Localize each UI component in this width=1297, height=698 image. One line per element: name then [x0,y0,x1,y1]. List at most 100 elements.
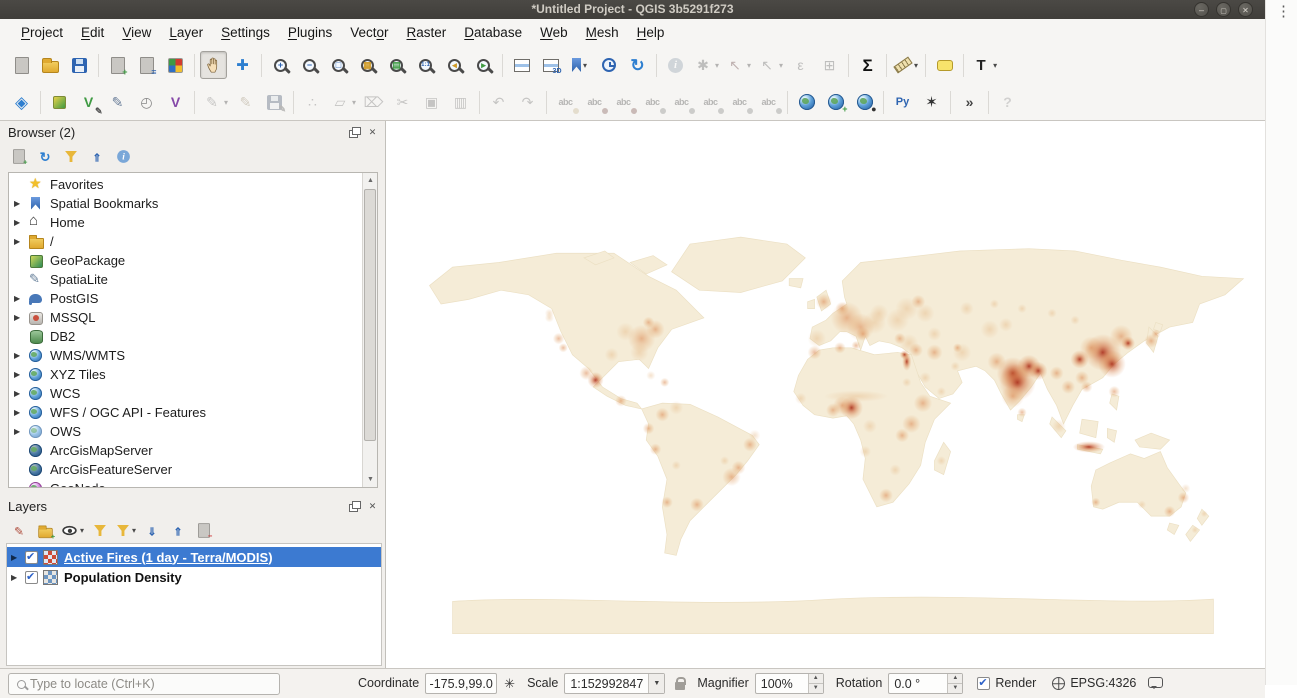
vertex-tool-button[interactable]: ▱▾ [328,88,358,116]
open-project-button[interactable] [37,51,64,79]
browser-item-geopackage[interactable]: GeoPackage [9,251,361,270]
paste-features-button[interactable]: ▥ [447,88,474,116]
maximize-button[interactable] [1216,2,1231,17]
messages-icon[interactable] [1148,677,1163,688]
menu-vector[interactable]: Vector [341,22,397,43]
select-by-expression-button[interactable]: ε [787,51,814,79]
expand-arrow-icon[interactable]: ▶ [11,553,25,562]
scroll-up-icon[interactable]: ▲ [363,173,378,188]
text-annotation-button[interactable]: T▾ [969,51,999,79]
new-project-button[interactable] [8,51,35,79]
deselect-features-button[interactable]: ↖▾ [755,51,785,79]
menu-layer[interactable]: Layer [160,22,212,43]
change-label-properties-button[interactable]: abc [755,88,782,116]
browser-item-item[interactable]: ▶/ [9,232,361,251]
new-map-view-button[interactable] [508,51,535,79]
zoom-last-button[interactable]: ◂ [441,51,468,79]
new-print-layout-button[interactable]: + [104,51,131,79]
collapse-all-layers-button[interactable]: ⇑ [166,520,190,542]
rotation-spinbox[interactable]: 0.0 ° ▲▼ [888,673,963,694]
render-check-icon[interactable] [977,677,990,690]
new-virtual-layer-button[interactable]: V [162,88,189,116]
metasearch-button[interactable] [793,88,820,116]
refresh-browser-button[interactable]: ↻ [33,146,57,168]
layer-row-population-density[interactable]: ▶Population Density [7,567,381,587]
expand-all-button[interactable]: ⇓ [140,520,164,542]
menu-view[interactable]: View [113,22,160,43]
rotate-label-button[interactable]: abc [726,88,753,116]
layer-visibility-checkbox[interactable] [25,551,38,564]
browser-item-favorites[interactable]: Favorites [9,175,361,194]
browser-item-wcs[interactable]: ▶WCS [9,384,361,403]
statistical-summary-button[interactable]: Σ [854,51,881,79]
properties-widget-button[interactable]: i [111,146,135,168]
new-shapefile-layer-button[interactable]: V✎ [75,88,102,116]
remove-layer-button[interactable]: − [192,520,216,542]
save-layer-edits-button[interactable]: ✎ [261,88,288,116]
browser-item-xyz-tiles[interactable]: ▶XYZ Tiles [9,365,361,384]
menu-mesh[interactable]: Mesh [577,22,628,43]
coordinate-extents-icon[interactable]: ✳ [504,676,515,692]
python-console-button[interactable]: Py [889,88,916,116]
temporal-controller-button[interactable] [595,51,622,79]
expand-arrow-icon[interactable]: ▶ [14,389,27,398]
browser-close-button[interactable] [366,126,379,139]
cut-features-button[interactable]: ✂ [389,88,416,116]
browser-item-arcgisfeatureserver[interactable]: ArcGisFeatureServer [9,460,361,479]
kebab-menu-icon[interactable]: ⋮ [1276,2,1291,20]
rotation-spin-arrows[interactable]: ▲▼ [947,674,962,693]
open-attribute-table-button[interactable]: ⊞ [816,51,843,79]
scroll-down-icon[interactable]: ▼ [363,472,378,487]
expand-arrow-icon[interactable]: ▶ [11,573,25,582]
new-spatialite-layer-button[interactable]: ✎ [104,88,131,116]
run-feature-action-button[interactable]: ✱▾ [691,51,721,79]
spatial-bookmarks-button[interactable]: ▾ [566,51,593,79]
zoom-to-selection-button[interactable]: ▦ [354,51,381,79]
collapse-all-button[interactable]: ⇑ [85,146,109,168]
layer-row-active-fires-1-day-terra-modis[interactable]: ▶Active Fires (1 day - Terra/MODIS) [7,547,381,567]
show-hide-labels-button[interactable]: abc [668,88,695,116]
expand-arrow-icon[interactable]: ▶ [14,408,27,417]
undo-button[interactable]: ↶ [485,88,512,116]
menu-settings[interactable]: Settings [212,22,279,43]
help-button[interactable]: ? [994,88,1021,116]
magnifier-spin-arrows[interactable]: ▲▼ [808,674,823,693]
expand-arrow-icon[interactable]: ▶ [14,294,27,303]
osm-place-search-button[interactable]: ● [851,88,878,116]
zoom-out-button[interactable]: − [296,51,323,79]
measure-button[interactable]: ▾ [892,51,920,79]
layers-float-button[interactable] [347,500,360,513]
layer-visibility-checkbox[interactable] [25,571,38,584]
layer-labeling-button[interactable]: abc [552,88,579,116]
scale-lock-icon[interactable] [675,682,685,690]
data-source-manager-button[interactable]: ◈ [8,88,35,116]
menu-edit[interactable]: Edit [72,22,113,43]
browser-item-geonode[interactable]: GeoNode [9,479,361,488]
minimize-button[interactable] [1194,2,1209,17]
close-button[interactable] [1238,2,1253,17]
browser-item-wfs-ogc-api-features[interactable]: ▶WFS / OGC API - Features [9,403,361,422]
pan-map-button[interactable] [200,51,227,79]
style-manager-button[interactable] [162,51,189,79]
new-3d-map-view-button[interactable]: 3D [537,51,564,79]
identify-features-button[interactable]: i [662,51,689,79]
highlight-labels-button[interactable]: abc [610,88,637,116]
add-selected-layers-button[interactable]: + [7,146,31,168]
browser-item-db2[interactable]: DB2 [9,327,361,346]
scroll-thumb[interactable] [364,189,376,441]
current-edits-button[interactable]: ✎▾ [200,88,230,116]
new-temporary-scratch-layer-button[interactable]: ◴ [133,88,160,116]
browser-item-ows[interactable]: ▶OWS [9,422,361,441]
select-features-button[interactable]: ↖▾ [723,51,753,79]
pin-unpin-labels-button[interactable]: abc [639,88,666,116]
browser-item-postgis[interactable]: ▶PostGIS [9,289,361,308]
title-bar[interactable]: *Untitled Project - QGIS 3b5291f273 [0,0,1265,19]
expand-arrow-icon[interactable]: ▶ [14,427,27,436]
layer-diagram-button[interactable]: abc [581,88,608,116]
browser-float-button[interactable] [347,126,360,139]
scale-dropdown-icon[interactable]: ▼ [648,674,664,693]
zoom-next-button[interactable]: ▸ [470,51,497,79]
filter-legend-button[interactable] [88,520,112,542]
bug-plugin-button[interactable]: ✶ [918,88,945,116]
browser-item-spatialite[interactable]: SpatiaLite [9,270,361,289]
